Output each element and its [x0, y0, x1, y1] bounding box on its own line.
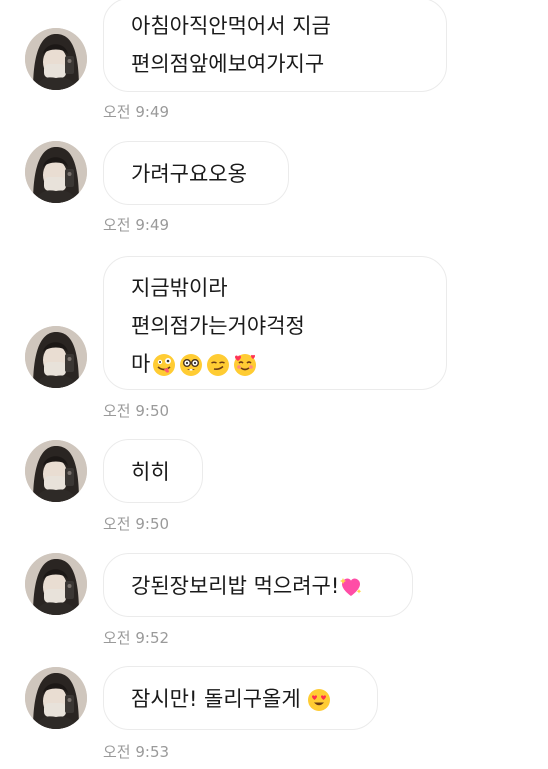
smirking-face-emoji [207, 354, 230, 376]
profile-photo [25, 667, 87, 729]
message-text: 히히 [131, 460, 170, 484]
avatar[interactable] [25, 28, 87, 90]
sparkling-heart-emoji [340, 578, 362, 596]
profile-photo [25, 326, 87, 388]
avatar[interactable] [25, 141, 87, 203]
emoji-row [152, 353, 260, 377]
zany-face-emoji [153, 354, 176, 376]
message-text-with-emojis: 마 [131, 345, 419, 383]
message-text-with-emojis: 잠시만! 돌리구올게 [131, 680, 350, 718]
message-text: 잠시만! 돌리구올게 [131, 687, 308, 711]
profile-photo [25, 553, 87, 615]
avatar[interactable] [25, 553, 87, 615]
message-text: 지금밖이라 [131, 276, 228, 300]
message-bubble[interactable]: 아침아직안먹어서 지금 편의점앞에보여가지구 [103, 0, 447, 92]
message-timestamp: 오전 9:53 [103, 743, 170, 761]
message-timestamp: 오전 9:52 [103, 629, 170, 647]
message-text-with-emojis: 강된장보리밥 먹으려구! [131, 567, 385, 605]
message-text: 편의점앞에보여가지구 [131, 52, 325, 76]
message-timestamp: 오전 9:49 [103, 103, 170, 121]
smiling-face-with-hearts-emoji [234, 354, 257, 376]
heart-eyes-emoji [308, 689, 331, 711]
avatar[interactable] [25, 667, 87, 729]
message-timestamp: 오전 9:50 [103, 515, 170, 533]
message-timestamp: 오전 9:49 [103, 216, 170, 234]
message-bubble[interactable]: 지금밖이라 편의점가는거야걱정 마 [103, 256, 447, 390]
message-bubble[interactable]: 잠시만! 돌리구올게 [103, 666, 378, 730]
profile-photo [25, 141, 87, 203]
chat-thread: 아침아직안먹어서 지금 편의점앞에보여가지구 오전 9:49 가려구요오옹 오전… [0, 0, 548, 769]
message-bubble[interactable]: 히히 [103, 439, 203, 503]
message-bubble[interactable]: 가려구요오옹 [103, 141, 289, 205]
avatar[interactable] [25, 440, 87, 502]
message-text: 편의점가는거야걱정 [131, 314, 305, 338]
profile-photo [25, 28, 87, 90]
nerd-face-emoji [180, 354, 203, 376]
message-timestamp: 오전 9:50 [103, 402, 170, 420]
profile-photo [25, 440, 87, 502]
message-bubble[interactable]: 강된장보리밥 먹으려구! [103, 553, 413, 617]
message-text: 마 [131, 352, 151, 376]
message-text: 아침아직안먹어서 지금 [131, 14, 331, 38]
message-text: 강된장보리밥 먹으려구! [131, 574, 340, 598]
message-text: 가려구요오옹 [131, 162, 247, 186]
avatar[interactable] [25, 326, 87, 388]
